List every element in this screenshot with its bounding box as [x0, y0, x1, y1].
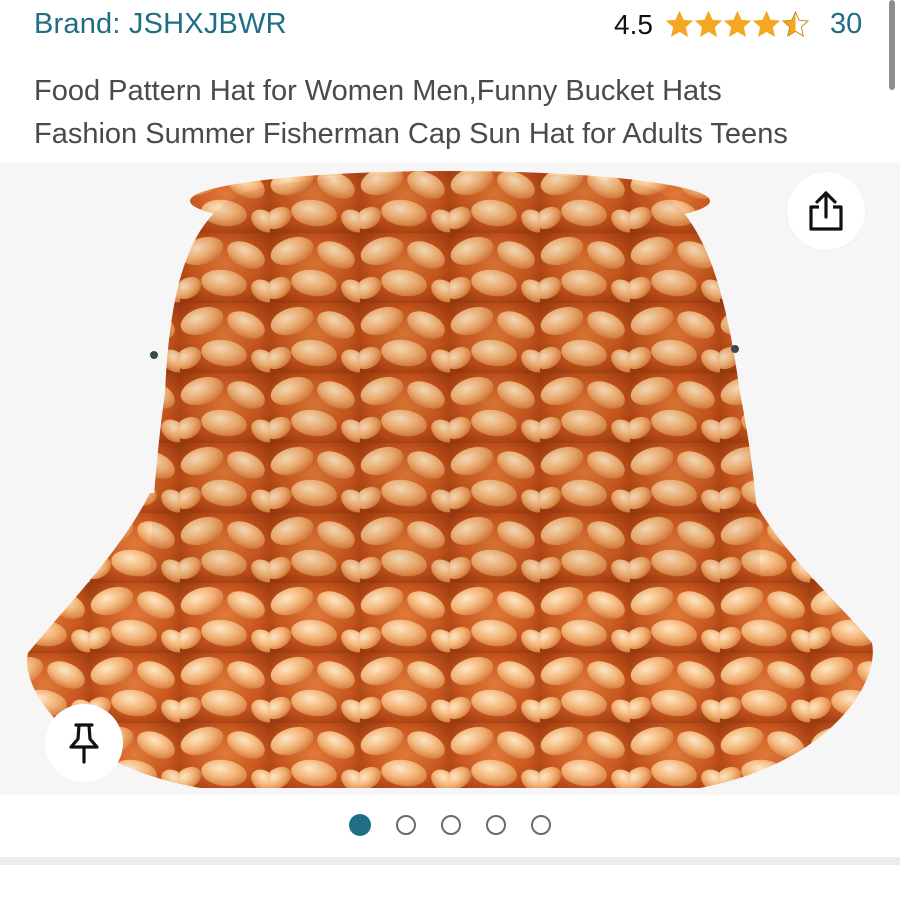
product-image-gallery[interactable] [0, 163, 900, 795]
pagination-dot-active[interactable] [349, 814, 371, 836]
pagination-dot[interactable] [486, 815, 506, 835]
brand-rating-row: Brand: JSHXJBWR 4.5 30 [0, 0, 900, 58]
share-button[interactable] [787, 172, 865, 250]
gallery-pagination [0, 795, 900, 855]
rating-stars[interactable] [665, 9, 810, 41]
review-count-link[interactable]: 30 [830, 8, 862, 41]
pagination-dot[interactable] [396, 815, 416, 835]
star-icon [723, 10, 752, 38]
star-icon [665, 10, 694, 38]
product-image[interactable] [0, 163, 900, 795]
share-icon [809, 191, 843, 231]
product-title-line: Fashion Summer Fisherman Cap Sun Hat for… [34, 118, 788, 150]
scrollbar[interactable] [889, 0, 895, 90]
section-divider [0, 857, 900, 865]
brand-link[interactable]: Brand: JSHXJBWR [34, 8, 287, 41]
pagination-dot[interactable] [531, 815, 551, 835]
star-icon [781, 10, 810, 38]
star-icon [694, 10, 723, 38]
product-title: Food Pattern Hat for Women Men,Funny Buc… [34, 70, 874, 156]
star-icon [752, 10, 781, 38]
pagination-dot[interactable] [441, 815, 461, 835]
product-title-line: Food Pattern Hat for Women Men,Funny Buc… [34, 75, 722, 107]
pin-button[interactable] [45, 704, 123, 782]
rating-value[interactable]: 4.5 [614, 9, 653, 41]
pin-icon [69, 723, 99, 764]
